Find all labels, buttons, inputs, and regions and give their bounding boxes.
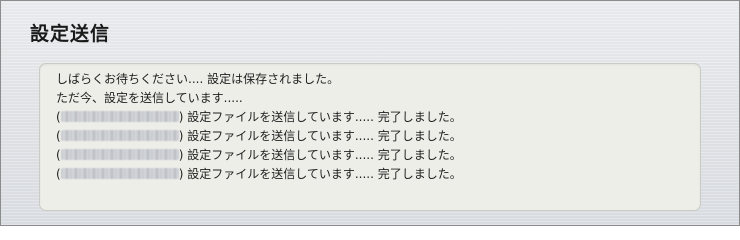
status-message-sending: ただ今、設定を送信しています.....	[56, 91, 243, 105]
device-status-message: 設定ファイルを送信しています..... 完了しました。	[183, 110, 462, 124]
device-status-line: () 設定ファイルを送信しています..... 完了しました。	[56, 127, 700, 146]
paren-open: (	[56, 148, 61, 162]
blurred-device-address	[60, 168, 179, 179]
blurred-device-address	[60, 130, 179, 141]
device-status-line: () 設定ファイルを送信しています..... 完了しました。	[56, 146, 700, 165]
page-title: 設定送信	[30, 23, 111, 45]
status-panel: しばらくお待ちください.... 設定は保存されました。 ただ今、設定を送信してい…	[39, 63, 701, 211]
paren-open: (	[56, 129, 61, 143]
blurred-device-address	[60, 149, 179, 160]
device-status-message: 設定ファイルを送信しています..... 完了しました。	[183, 148, 462, 162]
device-status-line: () 設定ファイルを送信しています..... 完了しました。	[56, 165, 700, 184]
device-status-line: () 設定ファイルを送信しています..... 完了しました。	[56, 108, 700, 127]
device-status-message: 設定ファイルを送信しています..... 完了しました。	[183, 129, 462, 143]
paren-open: (	[56, 110, 61, 124]
status-message-saved: しばらくお待ちください.... 設定は保存されました。	[56, 72, 340, 86]
blurred-device-address	[60, 111, 179, 122]
paren-open: (	[56, 167, 61, 181]
page: 設定送信 しばらくお待ちください.... 設定は保存されました。 ただ今、設定を…	[0, 0, 740, 226]
device-status-message: 設定ファイルを送信しています..... 完了しました。	[183, 167, 462, 181]
